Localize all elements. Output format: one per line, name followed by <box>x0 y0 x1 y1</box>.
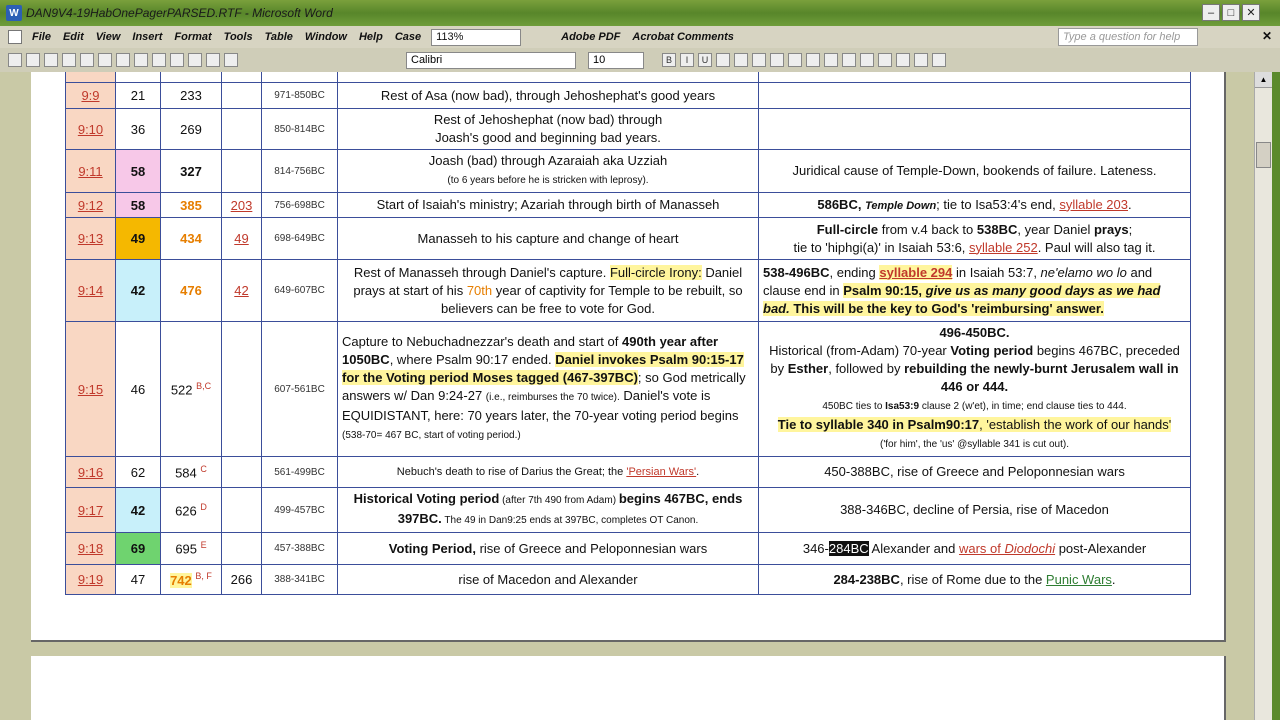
document-icon[interactable] <box>8 30 22 44</box>
menu-view[interactable]: View <box>90 31 127 43</box>
copy-icon[interactable] <box>134 53 148 67</box>
verse-cell[interactable]: 9:11 <box>65 149 116 193</box>
vertical-scrollbar[interactable]: ▲ <box>1254 72 1272 720</box>
table-row: 9:11 58 327 814-756BC Joash (bad) throug… <box>65 149 1191 193</box>
table-icon[interactable] <box>206 53 220 67</box>
desktop-background <box>1272 72 1280 720</box>
document-page: 9:9 21 233 971-850BC Rest of Asa (now ba… <box>31 72 1226 642</box>
table-row: 9:18 69 695 E 457-388BC Voting Period, r… <box>65 532 1191 565</box>
word-app-icon: W <box>6 5 22 21</box>
indent-icon[interactable] <box>878 53 892 67</box>
save-icon[interactable] <box>44 53 58 67</box>
verse-cell[interactable]: 9:16 <box>65 456 116 488</box>
font-color-icon[interactable] <box>824 53 838 67</box>
outdent-icon[interactable] <box>896 53 910 67</box>
selected-text: 284BC <box>828 540 869 556</box>
formatting-toolbar: Calibri 10 B I U <box>0 48 1280 72</box>
close-document-icon[interactable]: ✕ <box>1262 29 1272 43</box>
verse-cell[interactable]: 9:15 <box>65 321 116 457</box>
table-row: 9:14 42 476 42 649-607BC Rest of Manasse… <box>65 259 1191 322</box>
scroll-thumb[interactable] <box>1256 142 1271 168</box>
verse-cell[interactable]: 9:10 <box>65 108 116 150</box>
align-right-icon[interactable] <box>752 53 766 67</box>
menu-table[interactable]: Table <box>259 31 299 43</box>
menu-file[interactable]: File <box>26 31 57 43</box>
underline-icon[interactable]: U <box>698 53 712 67</box>
scroll-up-icon[interactable]: ▲ <box>1255 72 1272 88</box>
menu-adobe-pdf[interactable]: Adobe PDF <box>555 31 626 43</box>
next-page <box>31 656 1226 720</box>
spelling-icon[interactable] <box>98 53 112 67</box>
verse-table: 9:9 21 233 971-850BC Rest of Asa (now ba… <box>65 72 1191 595</box>
menu-bar: File Edit View Insert Format Tools Table… <box>0 26 1280 48</box>
verse-cell[interactable]: 9:19 <box>65 564 116 595</box>
table-row <box>65 72 1191 83</box>
align-center-icon[interactable] <box>734 53 748 67</box>
open-icon[interactable] <box>26 53 40 67</box>
window-title: DAN9V4-19HabOnePagerPARSED.RTF - Microso… <box>26 6 333 20</box>
table-row: 9:13 49 434 49 698-649BC Manasseh to his… <box>65 217 1191 260</box>
table-row: 9:16 62 584 C 561-499BC Nebuch's death t… <box>65 456 1191 488</box>
left-margin <box>0 72 30 720</box>
justify-icon[interactable] <box>770 53 784 67</box>
verse-cell[interactable]: 9:13 <box>65 217 116 260</box>
styles-icon[interactable] <box>914 53 928 67</box>
table-row: 9:10 36 269 850-814BC Rest of Jehoshepha… <box>65 108 1191 150</box>
new-icon[interactable] <box>8 53 22 67</box>
font-size-select[interactable]: 10 <box>588 52 644 69</box>
title-bar: W DAN9V4-19HabOnePagerPARSED.RTF - Micro… <box>0 0 1280 26</box>
table-row: 9:9 21 233 971-850BC Rest of Asa (now ba… <box>65 82 1191 109</box>
format-buttons: B I U <box>660 53 948 67</box>
verse-cell[interactable]: 9:14 <box>65 259 116 322</box>
bold-icon[interactable]: B <box>662 53 676 67</box>
verse-cell[interactable]: 9:9 <box>65 82 116 109</box>
table-row: 9:12 58 385 203 756-698BC Start of Isaia… <box>65 192 1191 218</box>
menu-window[interactable]: Window <box>299 31 353 43</box>
font-select[interactable]: Calibri <box>406 52 576 69</box>
verse-cell[interactable]: 9:17 <box>65 487 116 533</box>
italic-icon[interactable]: I <box>680 53 694 67</box>
bullets-icon[interactable] <box>806 53 820 67</box>
menu-tools[interactable]: Tools <box>218 31 259 43</box>
menu-help[interactable]: Help <box>353 31 389 43</box>
window-controls: – □ ✕ <box>1202 4 1260 21</box>
menu-format[interactable]: Format <box>168 31 217 43</box>
verse-cell[interactable]: 9:18 <box>65 532 116 565</box>
menu-acrobat-comments[interactable]: Acrobat Comments <box>626 31 739 43</box>
zoom-select[interactable]: 113% <box>431 28 522 46</box>
maximize-icon[interactable]: □ <box>1222 4 1240 21</box>
align-left-icon[interactable] <box>716 53 730 67</box>
table-row: 9:15 46 522 B,C 607-561BC Capture to Neb… <box>65 321 1191 457</box>
close-icon[interactable]: ✕ <box>1242 4 1260 21</box>
menu-edit[interactable]: Edit <box>57 31 90 43</box>
redo-icon[interactable] <box>188 53 202 67</box>
preview-icon[interactable] <box>80 53 94 67</box>
borders-icon[interactable] <box>860 53 874 67</box>
undo-icon[interactable] <box>170 53 184 67</box>
menu-insert[interactable]: Insert <box>126 31 168 43</box>
track-changes-icon[interactable] <box>932 53 946 67</box>
help-search-input[interactable]: Type a question for help <box>1058 28 1198 46</box>
numbering-icon[interactable] <box>788 53 802 67</box>
cut-icon[interactable] <box>116 53 130 67</box>
menu-case[interactable]: Case <box>389 31 427 43</box>
columns-icon[interactable] <box>224 53 238 67</box>
paste-icon[interactable] <box>152 53 166 67</box>
table-row: 9:17 42 626 D 499-457BC Historical Votin… <box>65 487 1191 533</box>
highlight-icon[interactable] <box>842 53 856 67</box>
table-row: 9:19 47 742 B, F 266 388-341BC rise of M… <box>65 564 1191 595</box>
minimize-icon[interactable]: – <box>1202 4 1220 21</box>
print-icon[interactable] <box>62 53 76 67</box>
verse-cell[interactable]: 9:12 <box>65 192 116 218</box>
